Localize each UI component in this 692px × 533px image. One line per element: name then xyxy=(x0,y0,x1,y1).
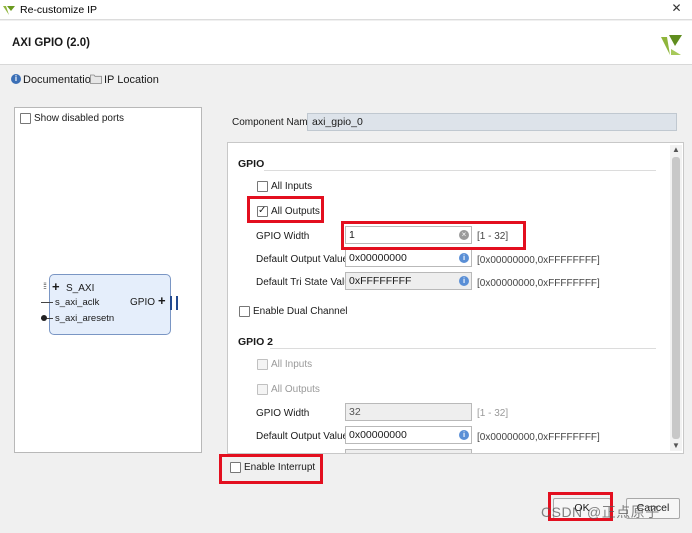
watermark-text: CSDN @正点原子 xyxy=(541,504,660,520)
gpio-all-inputs-label: All Inputs xyxy=(271,181,313,192)
gpio2-default-output-input[interactable]: 0x00000000 xyxy=(345,426,472,444)
aclk-pin xyxy=(41,302,53,303)
gpio2-all-inputs-checkbox[interactable] xyxy=(257,359,268,370)
gpio-width-label: GPIO Width xyxy=(256,231,310,242)
scroll-down-icon[interactable]: ▼ xyxy=(672,441,680,450)
enable-dual-channel-checkbox[interactable] xyxy=(239,306,250,317)
gpio2-default-output-label: Default Output Value xyxy=(256,431,349,442)
vivado-app-icon xyxy=(3,6,15,15)
gpio-section-title: GPIO xyxy=(238,158,265,170)
gpio2-section-title: GPIO 2 xyxy=(238,336,274,348)
expand-plus-icon[interactable]: + xyxy=(52,280,60,293)
gpio-default-output-label: Default Output Value xyxy=(256,254,349,265)
info-icon[interactable]: i xyxy=(459,430,469,440)
port-gpio: GPIO xyxy=(130,297,156,308)
gpio2-width-range: [1 - 32] xyxy=(477,408,509,419)
show-disabled-ports-label: Show disabled ports xyxy=(34,113,125,124)
info-icon: i xyxy=(11,74,21,84)
bus-dots-icon: ⁞⁞ xyxy=(43,281,47,291)
scrollbar-thumb[interactable] xyxy=(672,157,680,439)
gpio-all-inputs-checkbox[interactable] xyxy=(257,181,268,192)
dialog-header: AXI GPIO (2.0) xyxy=(0,21,692,65)
documentation-link[interactable]: Documentation xyxy=(23,74,97,86)
gpio2-width-label: GPIO Width xyxy=(256,408,310,419)
folder-icon xyxy=(90,74,102,84)
window-title: Re-customize IP xyxy=(20,4,98,16)
close-icon[interactable]: ✕ xyxy=(661,0,692,17)
ip-location-link[interactable]: IP Location xyxy=(104,74,159,86)
info-icon[interactable]: i xyxy=(459,253,469,263)
title-bar: Re-customize IP ✕ xyxy=(0,0,692,20)
gpio-default-output-input[interactable]: 0x00000000 xyxy=(345,249,472,267)
gpio-default-output-range: [0x00000000,0xFFFFFFFF] xyxy=(477,255,600,266)
ip-name: AXI GPIO (2.0) xyxy=(12,37,90,49)
gpio-default-tri-label: Default Tri State Value xyxy=(256,277,356,288)
gpio2-width-input[interactable]: 32 xyxy=(345,403,472,421)
gpio2-all-outputs-checkbox[interactable] xyxy=(257,384,268,395)
gpio2-all-inputs-label: All Inputs xyxy=(271,359,313,370)
gpio-separator xyxy=(264,170,656,171)
vivado-logo-icon xyxy=(661,35,682,55)
info-icon[interactable]: i xyxy=(459,276,469,286)
active-low-bubble xyxy=(41,315,47,321)
enable-dual-channel-label: Enable Dual Channel xyxy=(253,306,348,317)
gpio-bus-icon xyxy=(170,296,178,310)
gpio2-next-field-partial xyxy=(345,449,472,453)
highlight-enable-interrupt xyxy=(219,454,323,484)
gpio-default-tri-range: [0x00000000,0xFFFFFFFF] xyxy=(477,278,600,289)
show-disabled-ports-checkbox[interactable] xyxy=(20,113,31,124)
scroll-up-icon[interactable]: ▲ xyxy=(672,145,680,154)
tool-links: i Documentation IP Location xyxy=(0,66,692,94)
gpio2-all-outputs-label: All Outputs xyxy=(271,384,320,395)
gpio2-separator xyxy=(270,348,656,349)
port-aclk: s_axi_aclk xyxy=(55,297,100,308)
expand-plus-icon-gpio[interactable]: + xyxy=(158,294,166,307)
component-name-input[interactable]: axi_gpio_0 xyxy=(307,113,677,131)
gpio2-default-output-range: [0x00000000,0xFFFFFFFF] xyxy=(477,432,600,443)
port-s-axi: S_AXI xyxy=(66,283,95,294)
gpio-default-tri-input[interactable]: 0xFFFFFFFF xyxy=(345,272,472,290)
highlight-all-outputs xyxy=(247,196,324,223)
highlight-gpio-width xyxy=(341,221,526,250)
component-name-label: Component Name xyxy=(232,117,314,128)
port-aresetn: s_axi_aresetn xyxy=(55,313,115,324)
